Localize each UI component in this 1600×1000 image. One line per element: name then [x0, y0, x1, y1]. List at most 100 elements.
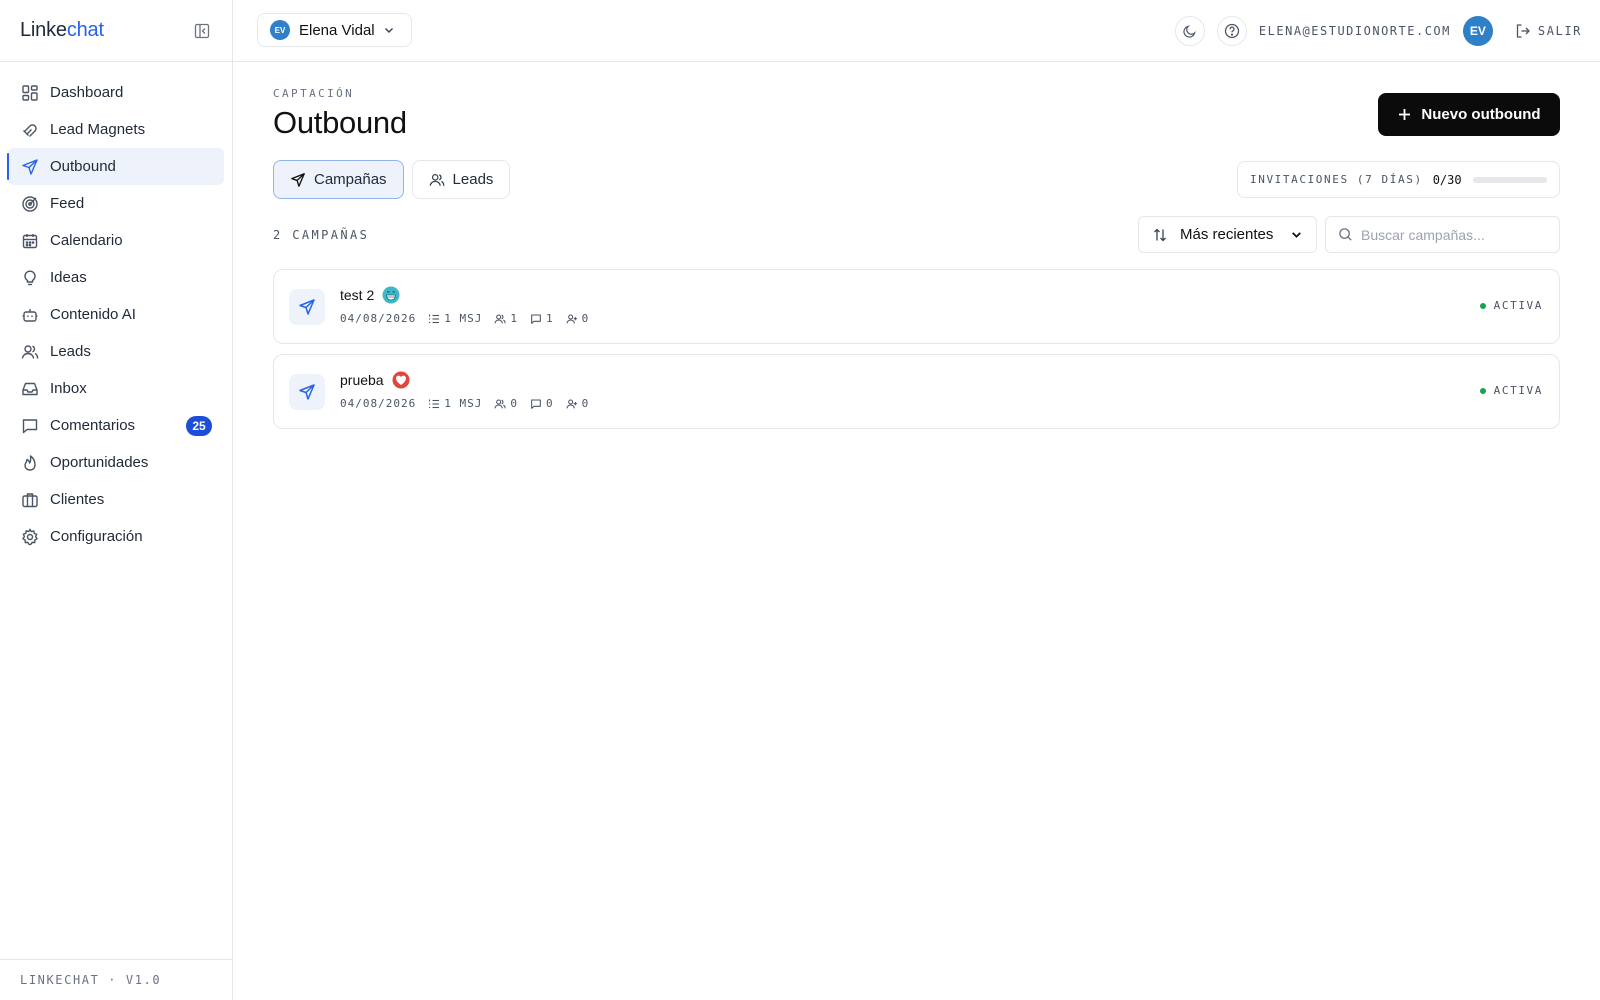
campaign-date: 04/08/2026 [340, 397, 417, 410]
sidebar-item-calendario[interactable]: Calendario [8, 222, 224, 259]
tab-leads[interactable]: Leads [411, 160, 511, 199]
sidebar-item-label: Oportunidades [50, 454, 149, 471]
sidebar-item-comentarios[interactable]: Comentarios 25 [8, 407, 224, 444]
comment-icon [530, 313, 542, 325]
campaign-title-row: prueba [340, 371, 410, 389]
search-input[interactable] [1361, 226, 1547, 243]
sidebar-item-contenido-ai[interactable]: Contenido AI [8, 296, 224, 333]
sidebar-item-label: Lead Magnets [50, 121, 146, 138]
status-label: ACTIVA [1493, 384, 1543, 397]
campaign-list: test 2 04/08/2026 1 MSJ 1 1 0 ACTIVA pru… [273, 269, 1560, 439]
chevron-down-icon [383, 24, 395, 36]
logout-button[interactable]: SALIR [1515, 23, 1582, 39]
user-plus-icon [566, 398, 578, 410]
campaign-leads: 0 [494, 397, 518, 410]
sidebar-item-label: Clientes [50, 491, 105, 508]
sidebar-item-label: Feed [50, 195, 85, 212]
new-outbound-button[interactable]: Nuevo outbound [1378, 93, 1560, 136]
comentarios-count-badge: 25 [186, 416, 212, 436]
topbar-actions: ELENA@ESTUDIONORTE.COM EV SALIR [1174, 15, 1582, 47]
campaign-comments-value: 1 [545, 312, 554, 325]
campaign-name: test 2 [340, 287, 375, 303]
tab-label: Campañas [314, 171, 387, 188]
search-box [1325, 216, 1560, 253]
campaign-messages: 1 MSJ [428, 312, 482, 325]
grid-icon [20, 83, 40, 103]
campaign-meta: 04/08/2026 1 MSJ 0 0 0 [340, 397, 601, 410]
comment-icon [530, 398, 542, 410]
sidebar-item-label: Leads [50, 343, 91, 360]
sidebar-item-label: Ideas [50, 269, 87, 286]
flame-icon [20, 453, 40, 473]
help-circle-icon [1224, 23, 1240, 39]
campaign-date: 04/08/2026 [340, 312, 417, 325]
status-dot [1479, 302, 1486, 309]
inbox-icon [20, 379, 40, 399]
user-plus-icon [566, 313, 578, 325]
brand-logo[interactable]: Linkechat [20, 19, 104, 42]
sidebar-item-label: Outbound [50, 158, 116, 175]
invitations-value: 0/30 [1432, 172, 1462, 187]
brand-row: Linkechat [0, 0, 232, 62]
sort-selected-value: Más recientes [1180, 226, 1274, 243]
sort-select[interactable]: Más recientes [1138, 216, 1317, 253]
send-icon [20, 157, 40, 177]
sidebar-item-inbox[interactable]: Inbox [8, 370, 224, 407]
sidebar-item-label: Inbox [50, 380, 87, 397]
users-icon [429, 172, 445, 188]
plus-icon [1397, 107, 1412, 122]
account-name: Elena Vidal [299, 21, 375, 39]
campaign-title-row: test 2 [340, 286, 400, 304]
campaign-comments: 0 [530, 397, 554, 410]
account-switcher[interactable]: EV Elena Vidal [257, 13, 412, 47]
magnet-icon [20, 120, 40, 140]
sidebar-item-configuracion[interactable]: Configuración [8, 518, 224, 555]
briefcase-icon [20, 490, 40, 510]
sidebar-item-ideas[interactable]: Ideas [8, 259, 224, 296]
sidebar-item-oportunidades[interactable]: Oportunidades [8, 444, 224, 481]
page-title: Outbound [273, 105, 407, 140]
list-ordered-icon [428, 398, 440, 410]
sidebar-toggle-icon[interactable] [192, 21, 212, 41]
tab-campanas[interactable]: Campañas [273, 160, 404, 199]
campaign-comments: 1 [530, 312, 554, 325]
comment-icon [20, 416, 40, 436]
sidebar-item-leads[interactable]: Leads [8, 333, 224, 370]
logout-icon [1515, 23, 1531, 39]
campaign-row[interactable]: test 2 04/08/2026 1 MSJ 1 1 0 ACTIVA [273, 269, 1560, 344]
campaign-leads-value: 0 [510, 397, 518, 410]
tab-label: Leads [452, 171, 494, 188]
list-ordered-icon [428, 313, 440, 325]
sidebar-item-clientes[interactable]: Clientes [8, 481, 224, 518]
user-avatar[interactable]: EV [1462, 16, 1493, 46]
brand-name-part2: chat [66, 19, 104, 41]
sidebar-item-dashboard[interactable]: Dashboard [8, 74, 224, 111]
status-dot [1479, 387, 1486, 394]
bot-icon [20, 305, 40, 325]
sidebar-item-feed[interactable]: Feed [8, 185, 224, 222]
help-button[interactable] [1216, 16, 1247, 46]
sidebar-item-label: Configuración [50, 528, 143, 545]
campaign-name: prueba [340, 372, 384, 388]
page-eyebrow: CAPTACIÓN [273, 87, 355, 100]
status-badge: ACTIVA [1479, 384, 1543, 397]
brand-name-part1: Linke [20, 19, 67, 41]
sidebar-item-label: Contenido AI [50, 306, 136, 323]
tabs: Campañas Leads [273, 160, 518, 199]
invitations-quota: INVITACIONES (7 DÍAS) 0/30 [1237, 161, 1560, 198]
sidebar-item-outbound[interactable]: Outbound [7, 148, 224, 185]
heart-icon [392, 371, 410, 389]
sidebar-item-lead-magnets[interactable]: Lead Magnets [8, 111, 224, 148]
campaign-messages-value: 1 MSJ [444, 312, 483, 325]
campaign-leads-value: 1 [510, 312, 518, 325]
campaign-row[interactable]: prueba 04/08/2026 1 MSJ 0 0 0 ACTIVA [273, 354, 1560, 429]
chevron-down-icon [1290, 228, 1303, 241]
theme-toggle-button[interactable] [1174, 16, 1205, 46]
campaign-meta: 04/08/2026 1 MSJ 1 1 0 [340, 312, 601, 325]
campaign-leads: 1 [494, 312, 518, 325]
campaign-send-icon [289, 374, 325, 410]
sidebar-nav: Dashboard Lead Magnets Outbound Feed Cal… [0, 62, 232, 555]
sidebar-item-label: Comentarios [50, 417, 136, 434]
radar-icon [20, 194, 40, 214]
sidebar-item-label: Calendario [50, 232, 123, 249]
